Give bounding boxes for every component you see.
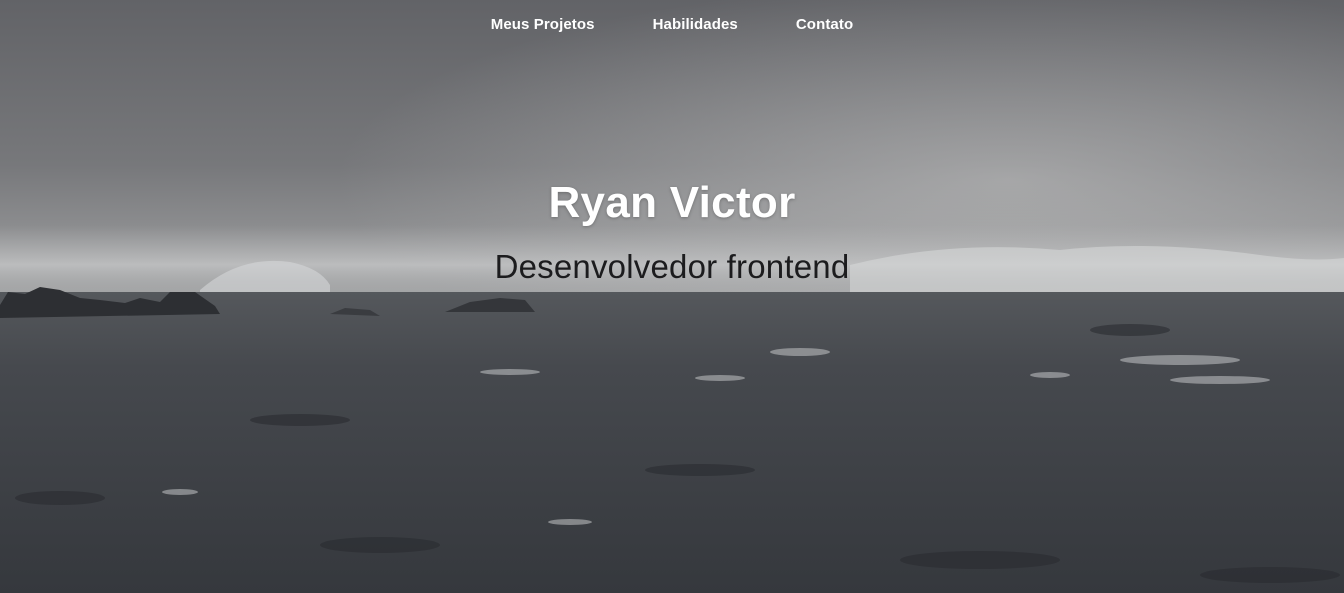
stormy-sea-background-image <box>0 0 1344 593</box>
nav-link-meus-projetos[interactable]: Meus Projetos <box>491 16 595 33</box>
nav-link-contato[interactable]: Contato <box>796 16 853 33</box>
hero-title: Ryan Victor <box>548 178 796 227</box>
hero-subtitle: Desenvolvedor frontend <box>494 248 850 285</box>
top-navigation: Meus Projetos Habilidades Contato <box>0 0 1344 48</box>
nav-link-habilidades[interactable]: Habilidades <box>653 16 738 33</box>
hero-section: Meus Projetos Habilidades Contato Ryan V… <box>0 0 1344 593</box>
